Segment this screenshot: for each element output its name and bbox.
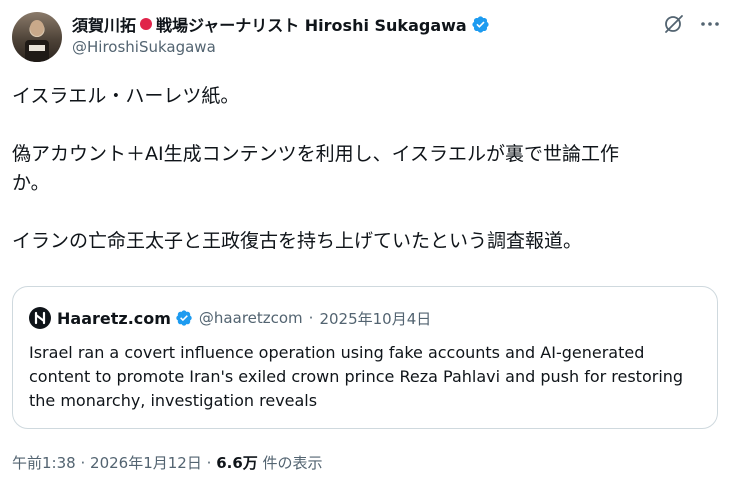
author-role[interactable]: 戦場ジャーナリスト Hiroshi Sukagawa bbox=[156, 12, 467, 36]
views-count: 6.6万 bbox=[216, 454, 258, 472]
haaretz-logo-icon[interactable] bbox=[29, 307, 51, 329]
author-name[interactable]: 須賀川拓 bbox=[72, 12, 136, 36]
footer-separator: · bbox=[80, 454, 86, 472]
tweet-line-1: イスラエル・ハーレツ紙。 bbox=[12, 85, 240, 107]
views-label: 件の表示 bbox=[262, 454, 323, 472]
quoted-tweet[interactable]: Haaretz.com @haaretzcom · 2025年10月4日 Isr… bbox=[12, 286, 718, 429]
grok-icon[interactable] bbox=[662, 12, 686, 36]
tweet-footer: 午前1:38 · 2026年1月12日 · 6.6万 件の表示 bbox=[12, 452, 323, 473]
verified-badge-icon[interactable] bbox=[175, 309, 193, 327]
tweet-line-3: か。 bbox=[12, 172, 50, 194]
quoted-date[interactable]: 2025年10月4日 bbox=[319, 308, 431, 329]
tweet[interactable]: 須賀川拓 戦場ジャーナリスト Hiroshi Sukagawa @Hiroshi… bbox=[0, 0, 736, 479]
quoted-header: Haaretz.com @haaretzcom · 2025年10月4日 bbox=[29, 307, 431, 329]
quoted-handle[interactable]: @haaretzcom bbox=[199, 309, 303, 327]
author-handle[interactable]: @HiroshiSukagawa bbox=[72, 38, 216, 56]
quoted-text: Israel ran a covert influence operation … bbox=[29, 343, 684, 410]
tweet-text: イスラエル・ハーレツ紙。 偽アカウント＋AI生成コンテンツを利用し、イスラエルが… bbox=[12, 82, 712, 256]
quoted-author-name[interactable]: Haaretz.com bbox=[57, 309, 171, 328]
avatar[interactable] bbox=[12, 12, 62, 62]
more-icon[interactable] bbox=[698, 12, 722, 36]
japan-flag-icon bbox=[140, 18, 153, 30]
tweet-line-2: 偽アカウント＋AI生成コンテンツを利用し、イスラエルが裏で世論工作 bbox=[12, 143, 620, 165]
post-date[interactable]: 2026年1月12日 bbox=[90, 454, 202, 472]
tweet-line-4: イランの亡命王太子と王政復古を持ち上げていたという調査報道。 bbox=[12, 230, 583, 252]
post-time[interactable]: 午前1:38 bbox=[12, 454, 76, 472]
quoted-separator: · bbox=[308, 309, 314, 327]
author-name-row[interactable]: 須賀川拓 戦場ジャーナリスト Hiroshi Sukagawa bbox=[72, 12, 490, 36]
footer-separator: · bbox=[206, 454, 212, 472]
verified-badge-icon[interactable] bbox=[471, 15, 490, 34]
